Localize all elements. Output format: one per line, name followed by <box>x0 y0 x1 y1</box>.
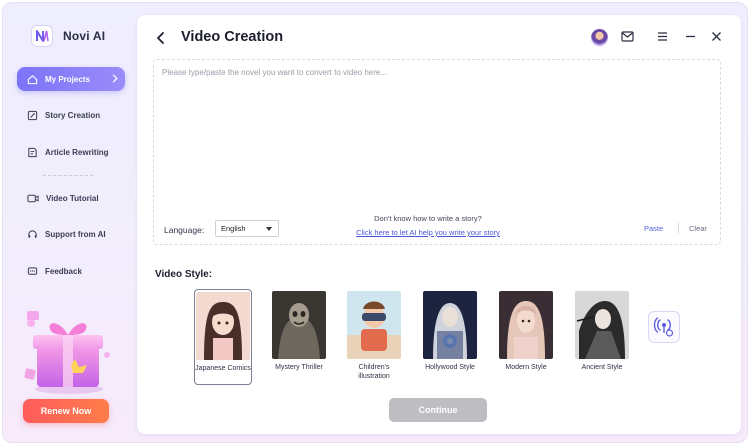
main-panel: Video Creation Language: English <box>137 15 741 434</box>
modern-style-thumbnail <box>499 291 553 359</box>
novi-logo-icon <box>36 30 49 42</box>
style-label: Children's illustration <box>358 364 390 380</box>
paste-button[interactable]: Paste <box>644 224 663 233</box>
video-icon <box>27 194 39 202</box>
style-label: Ancient Style <box>581 364 623 371</box>
sidebar-item-label: Support from AI <box>45 229 106 239</box>
sidebar-item-my-projects[interactable]: My Projects <box>17 67 125 91</box>
hollywood-style-thumbnail <box>423 291 477 359</box>
brand: Novi AI <box>31 25 105 47</box>
caret-down-icon <box>266 227 272 231</box>
help-text: Don't know how to write a story? <box>374 214 482 223</box>
style-label: Hollywood Style <box>425 364 475 371</box>
sidebar-item-article-rewriting[interactable]: Article Rewriting <box>17 140 125 164</box>
childrens-illustration-thumbnail <box>347 291 401 359</box>
ancient-style-thumbnail <box>575 291 629 359</box>
avatar[interactable] <box>591 29 608 46</box>
gift-box-icon <box>24 311 110 394</box>
app-logo <box>31 25 53 47</box>
language-value: English <box>221 224 246 233</box>
divider <box>678 223 679 233</box>
sidebar-item-story-creation[interactable]: Story Creation <box>17 103 125 127</box>
video-style-title: Video Style: <box>155 269 213 280</box>
sidebar-item-label: Video Tutorial <box>46 193 99 203</box>
menu-icon[interactable] <box>657 31 668 42</box>
sidebar-item-label: Story Creation <box>45 110 101 120</box>
sidebar-divider <box>43 175 93 176</box>
language-select[interactable]: English <box>215 220 279 237</box>
app-name: Novi AI <box>63 29 106 43</box>
renew-now-button[interactable]: Renew Now <box>23 399 109 423</box>
home-icon <box>27 74 38 84</box>
style-card-japanese-comics[interactable]: Japanese Comics <box>194 289 252 385</box>
close-icon[interactable] <box>711 31 722 42</box>
minimize-icon[interactable] <box>685 31 696 42</box>
ai-write-story-link[interactable]: Click here to let AI help you write your… <box>344 228 512 237</box>
style-card-childrens-illustration[interactable]: Children's illustration <box>345 289 403 385</box>
sidebar-item-support-from-ai[interactable]: Support from AI <box>17 222 125 246</box>
style-card-ancient-style[interactable]: Ancient Style <box>573 289 631 385</box>
sidebar-item-video-tutorial[interactable]: Video Tutorial <box>17 186 125 210</box>
sidebar-item-label: Feedback <box>45 266 82 276</box>
clear-button[interactable]: Clear <box>689 224 707 233</box>
chat-icon <box>27 266 38 275</box>
chevron-right-icon <box>112 74 118 83</box>
story-input[interactable] <box>162 68 712 198</box>
japanese-comics-thumbnail <box>196 292 250 360</box>
style-card-hollywood-style[interactable]: Hollywood Style <box>421 289 479 385</box>
style-label: Modern Style <box>505 364 547 371</box>
headset-icon <box>28 229 37 238</box>
sidebar: Novi AI My Projects Story Creation Artic… <box>3 3 137 442</box>
style-label: Mystery Thriller <box>275 364 323 371</box>
header: Video Creation <box>137 15 741 59</box>
edit-icon <box>27 110 38 120</box>
back-icon[interactable] <box>155 31 167 45</box>
page-title: Video Creation <box>181 29 284 45</box>
style-label: Japanese Comics <box>195 365 251 372</box>
sidebar-item-feedback[interactable]: Feedback <box>17 259 125 283</box>
app-window: Novi AI My Projects Story Creation Artic… <box>2 2 748 443</box>
style-card-modern-style[interactable]: Modern Style <box>497 289 555 385</box>
mystery-thriller-thumbnail <box>272 291 326 359</box>
voice-clone-button[interactable] <box>648 311 680 343</box>
sidebar-item-label: My Projects <box>45 74 90 84</box>
continue-button[interactable]: Continue <box>389 398 487 422</box>
sidebar-item-label: Article Rewriting <box>45 147 109 157</box>
style-card-mystery-thriller[interactable]: Mystery Thriller <box>270 289 328 385</box>
language-label: Language: <box>164 225 205 235</box>
mail-icon[interactable] <box>621 31 634 42</box>
document-edit-icon <box>28 147 37 157</box>
story-editor: Language: English Don't know how to writ… <box>153 59 721 245</box>
voice-clone-icon <box>653 317 674 337</box>
